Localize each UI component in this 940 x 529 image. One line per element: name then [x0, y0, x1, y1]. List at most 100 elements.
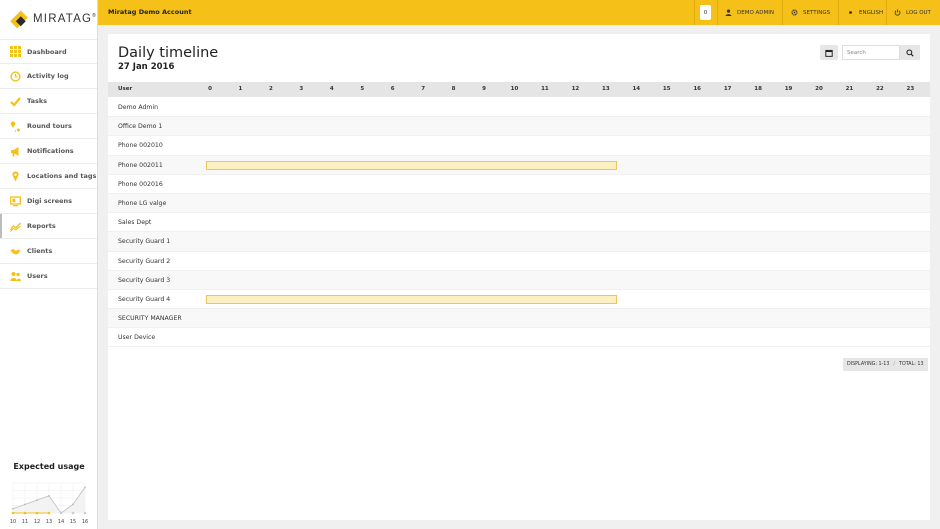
logout-label: LOG OUT — [906, 9, 931, 16]
grid-icon — [10, 46, 21, 57]
timeline-row: Security Guard 1 — [108, 232, 930, 252]
sidebar-item-label: Notifications — [27, 147, 74, 155]
activity-bar[interactable] — [206, 294, 618, 304]
search-input[interactable] — [842, 45, 900, 60]
notifications-badge[interactable]: 0 — [700, 5, 711, 20]
sidebar-item-clients[interactable]: Clients — [0, 239, 97, 264]
row-user-name: SECURITY MANAGER — [118, 315, 182, 323]
sidebar-item-tasks[interactable]: Tasks — [0, 89, 97, 114]
hour-label: 6 — [390, 86, 395, 92]
topbar-divider — [886, 0, 887, 25]
clock-icon — [10, 70, 21, 82]
axis-point — [71, 511, 75, 515]
logo[interactable]: MIRATAG® — [0, 0, 97, 38]
series-point — [72, 503, 74, 506]
account-name: Miratag Demo Account — [108, 8, 192, 16]
hour-label: 19 — [784, 86, 793, 92]
language-label: ENGLISH — [859, 9, 884, 16]
hour-label: 13 — [602, 86, 610, 92]
x-tick-label: 13 — [46, 519, 52, 525]
top-bar: Miratag Demo Account 0 DEMO ADMIN SETTIN… — [98, 0, 940, 25]
hour-label: 4 — [329, 86, 334, 92]
sidebar-item-label: Locations and tags — [27, 172, 97, 180]
x-tick-label: 15 — [70, 519, 76, 525]
sidebar-item-users[interactable]: Users — [0, 264, 97, 289]
row-user-name: Phone 002010 — [118, 142, 163, 150]
axis-point — [11, 511, 15, 515]
timeline-row: Security Guard 3 — [108, 270, 930, 290]
settings-link[interactable]: SETTINGS — [791, 9, 830, 16]
user-column-header: User — [118, 86, 133, 92]
sidebar-item-label: Digi screens — [27, 197, 73, 205]
series-point — [24, 503, 26, 506]
topbar-divider — [838, 0, 839, 25]
row-user-name: Office Demo 1 — [118, 123, 163, 131]
axis-point — [83, 511, 87, 515]
megaphone-icon — [10, 146, 21, 157]
hour-label: 3 — [299, 86, 304, 92]
row-user-name: Sales Dept — [118, 219, 152, 227]
timeline-row: Phone LG valge — [108, 193, 930, 214]
logout-link[interactable]: LOG OUT — [894, 9, 931, 16]
timeline-header: User 0 1 2 3 4 5 6 7 8 9 10 11 12 13 14 15 16 17 18 19 20 21 2… — [108, 82, 930, 97]
sidebar-item-activity-log[interactable]: Activity log — [0, 64, 97, 89]
brand-name: MIRATAG® — [33, 13, 97, 25]
search-button[interactable] — [900, 45, 920, 60]
pager-separator: / — [893, 362, 896, 367]
x-tick-label: 16 — [82, 519, 88, 525]
hour-label: 23 — [906, 86, 915, 92]
hour-label: 5 — [360, 86, 365, 92]
settings-label: SETTINGS — [803, 9, 831, 16]
sidebar-item-digi-screens[interactable]: Digi screens — [0, 189, 97, 214]
hour-label: 17 — [723, 86, 732, 92]
x-tick-label: 12 — [34, 519, 40, 525]
timeline-row: User Device — [108, 328, 930, 348]
user-menu[interactable]: DEMO ADMIN — [725, 9, 774, 16]
screen-icon — [10, 195, 21, 207]
users-icon — [10, 271, 21, 282]
topbar-divider — [782, 0, 783, 25]
page-date: 27 Jan 2016 — [118, 62, 175, 72]
hour-label: 10 — [510, 86, 519, 92]
timeline-row: Office Demo 1 — [108, 117, 930, 137]
topbar-divider — [717, 0, 718, 25]
hour-label: 14 — [632, 86, 641, 92]
x-tick-label: 10 — [10, 519, 16, 525]
x-tick-label: 14 — [58, 519, 64, 525]
hour-label: 1 — [238, 86, 243, 92]
row-user-name: User Device — [118, 334, 156, 342]
sidebar-item-locations-and-tags[interactable]: Locations and tags — [0, 164, 97, 189]
hour-label: 16 — [693, 86, 702, 92]
calendar-button[interactable] — [820, 45, 838, 60]
expected-usage-title: Expected usage — [13, 462, 85, 471]
timeline-row: Sales Dept — [108, 213, 930, 233]
timeline-row: Security Guard 2 — [108, 251, 930, 271]
location-pin-icon — [10, 171, 21, 182]
timeline-row: Phone 002010 — [108, 136, 930, 156]
hour-label: 11 — [541, 86, 549, 92]
axis-point — [47, 511, 51, 515]
row-user-name: Security Guard 3 — [118, 276, 171, 284]
hour-label: 2 — [268, 86, 273, 92]
user-name: DEMO ADMIN — [737, 9, 775, 16]
timeline-row: Security Guard 4 — [108, 289, 930, 310]
sidebar-item-label: Dashboard — [27, 47, 67, 56]
hour-label: 22 — [876, 86, 884, 92]
expected-usage-chart: 10 11 12 13 14 15 16 — [10, 482, 88, 525]
sidebar-item-round-tours[interactable]: Round tours — [0, 114, 97, 139]
timeline-row: SECURITY MANAGER — [108, 309, 930, 329]
x-tick-label: 11 — [22, 519, 28, 525]
page-title: Daily timeline — [118, 45, 219, 61]
activity-bar[interactable] — [206, 160, 618, 170]
sidebar-item-dashboard[interactable]: Dashboard — [0, 39, 97, 64]
series-point — [84, 486, 86, 489]
sidebar-item-reports[interactable]: Reports — [0, 214, 97, 239]
sidebar-item-label: Reports — [27, 222, 56, 230]
row-user-name: Security Guard 4 — [118, 295, 171, 303]
hour-label: 0 — [208, 86, 212, 92]
topbar-divider — [694, 0, 695, 25]
route-pin-icon — [10, 121, 21, 132]
language-switcher[interactable]: ENGLISH — [847, 9, 883, 16]
sidebar-item-notifications[interactable]: Notifications — [0, 139, 97, 164]
hour-label: 15 — [662, 86, 671, 92]
